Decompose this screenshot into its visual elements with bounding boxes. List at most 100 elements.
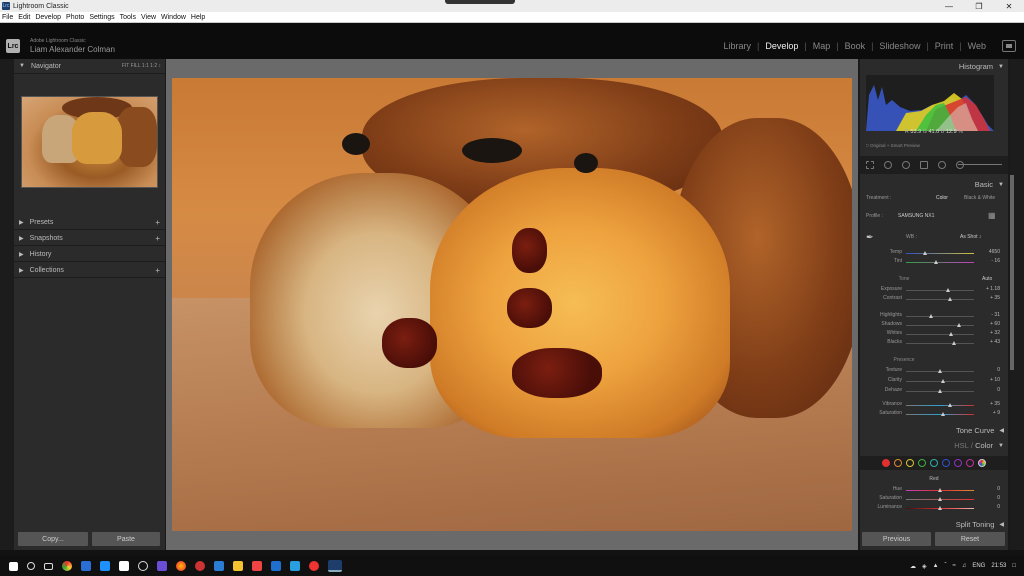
menu-photo[interactable]: Photo bbox=[66, 14, 84, 21]
word-icon[interactable] bbox=[81, 561, 91, 571]
minimize-icon[interactable]: — bbox=[934, 0, 964, 12]
module-library[interactable]: Library bbox=[723, 41, 751, 51]
dehaze-value[interactable]: 0 bbox=[980, 387, 1000, 393]
navigator-zoom-options[interactable]: FIT FILL 1:1 1:2 ↕ bbox=[122, 63, 161, 69]
reset-button[interactable]: Reset bbox=[935, 532, 1005, 546]
slack-icon[interactable] bbox=[309, 561, 319, 571]
saturation-slider[interactable] bbox=[906, 414, 974, 415]
add-snapshot-icon[interactable]: + bbox=[155, 234, 160, 243]
blacks-slider[interactable] bbox=[906, 343, 974, 344]
add-preset-icon[interactable]: + bbox=[155, 218, 160, 227]
slider-thumb[interactable] bbox=[941, 379, 945, 383]
media-icon[interactable] bbox=[195, 561, 205, 571]
slider-thumb[interactable] bbox=[941, 412, 945, 416]
temp-value[interactable]: 4650 bbox=[980, 249, 1000, 255]
module-map[interactable]: Map bbox=[813, 41, 831, 51]
presets-header[interactable]: ▶ Presets + bbox=[14, 215, 165, 230]
clarity-slider[interactable] bbox=[906, 381, 974, 382]
add-collection-icon[interactable]: + bbox=[155, 266, 160, 275]
right-panel-scrollbar[interactable] bbox=[1010, 175, 1014, 370]
radial-filter-icon[interactable] bbox=[938, 161, 946, 169]
paste-button[interactable]: Paste bbox=[92, 532, 160, 546]
slider-thumb[interactable] bbox=[938, 389, 942, 393]
vlc-icon[interactable]: ▲ bbox=[933, 563, 939, 569]
contrast-value[interactable]: + 35 bbox=[980, 295, 1000, 301]
explorer-icon[interactable] bbox=[233, 561, 243, 571]
tint-slider[interactable] bbox=[906, 262, 974, 263]
notification-icon[interactable]: □ bbox=[1012, 563, 1016, 569]
swatch-green[interactable] bbox=[918, 459, 926, 467]
vibrance-slider[interactable] bbox=[906, 405, 974, 406]
crop-icon[interactable] bbox=[866, 161, 874, 169]
module-slideshow[interactable]: Slideshow bbox=[879, 41, 920, 51]
saturation-value[interactable]: + 9 bbox=[980, 410, 1000, 416]
menu-help[interactable]: Help bbox=[191, 14, 205, 21]
menu-settings[interactable]: Settings bbox=[89, 14, 114, 21]
module-develop[interactable]: Develop bbox=[765, 41, 798, 51]
dropbox-icon[interactable]: ◈ bbox=[922, 563, 927, 570]
menu-file[interactable]: File bbox=[2, 14, 13, 21]
hsl-header[interactable]: HSL / Color ▼ bbox=[860, 439, 1008, 452]
photo-preview[interactable] bbox=[172, 78, 852, 531]
slider-thumb[interactable] bbox=[938, 497, 942, 501]
chrome-icon[interactable] bbox=[62, 561, 72, 571]
blacks-value[interactable]: + 43 bbox=[980, 339, 1000, 345]
navigator-preview[interactable] bbox=[21, 96, 158, 188]
profile-browser-icon[interactable]: ▦ bbox=[988, 211, 996, 220]
menu-tools[interactable]: Tools bbox=[120, 14, 136, 21]
menu-window[interactable]: Window bbox=[161, 14, 186, 21]
slider-thumb[interactable] bbox=[948, 297, 952, 301]
navigator-header[interactable]: ▼ Navigator FIT FILL 1:1 1:2 ↕ bbox=[14, 59, 165, 74]
graduated-filter-icon[interactable] bbox=[920, 161, 928, 169]
wifi-icon[interactable]: ≈ bbox=[953, 563, 956, 569]
highlights-slider[interactable] bbox=[906, 316, 974, 317]
swatch-blue[interactable] bbox=[942, 459, 950, 467]
shadows-slider[interactable] bbox=[906, 325, 974, 326]
search-icon[interactable] bbox=[27, 562, 35, 570]
shadows-value[interactable]: + 60 bbox=[980, 321, 1000, 327]
treatment-bw[interactable]: Black & White bbox=[964, 195, 995, 201]
previous-button[interactable]: Previous bbox=[862, 532, 931, 546]
close-icon[interactable]: ✕ bbox=[994, 0, 1024, 12]
basic-header[interactable]: Basic ▼ bbox=[860, 178, 1008, 191]
module-print[interactable]: Print bbox=[935, 41, 954, 51]
lightroom-taskbar-icon[interactable] bbox=[328, 560, 342, 572]
luminance-value[interactable]: 0 bbox=[980, 504, 1000, 510]
wb-value[interactable]: As Shot ↕ bbox=[960, 234, 981, 240]
red-eye-icon[interactable] bbox=[902, 161, 910, 169]
auto-button[interactable]: Auto bbox=[982, 276, 992, 282]
spot-removal-icon[interactable] bbox=[884, 161, 892, 169]
module-book[interactable]: Book bbox=[845, 41, 866, 51]
treatment-color[interactable]: Color bbox=[936, 195, 948, 201]
menu-view[interactable]: View bbox=[141, 14, 156, 21]
exposure-value[interactable]: + 1.18 bbox=[980, 286, 1000, 292]
collections-header[interactable]: ▶ Collections + bbox=[14, 263, 165, 278]
todo-icon[interactable] bbox=[138, 561, 148, 571]
history-header[interactable]: ▶ History bbox=[14, 247, 165, 262]
slider-thumb[interactable] bbox=[946, 288, 950, 292]
restore-icon[interactable]: ❐ bbox=[964, 0, 994, 12]
slider-thumb[interactable] bbox=[938, 506, 942, 510]
brush-icon[interactable] bbox=[956, 161, 964, 169]
snapshots-header[interactable]: ▶ Snapshots + bbox=[14, 231, 165, 246]
vibrance-value[interactable]: + 35 bbox=[980, 401, 1000, 407]
clarity-value[interactable]: + 10 bbox=[980, 377, 1000, 383]
hue-value[interactable]: 0 bbox=[980, 486, 1000, 492]
vscode-icon[interactable] bbox=[290, 561, 300, 571]
slider-thumb[interactable] bbox=[949, 332, 953, 336]
highlights-value[interactable]: - 31 bbox=[980, 312, 1000, 318]
tool-slider[interactable] bbox=[958, 164, 1002, 165]
split-toning-header[interactable]: Split Toning ◀ bbox=[860, 518, 1008, 531]
slider-thumb[interactable] bbox=[948, 403, 952, 407]
whites-slider[interactable] bbox=[906, 334, 974, 335]
windows-start-icon[interactable] bbox=[9, 561, 18, 571]
volume-icon[interactable]: ♫ bbox=[962, 563, 967, 569]
slider-thumb[interactable] bbox=[923, 251, 927, 255]
texture-value[interactable]: 0 bbox=[980, 367, 1000, 373]
slider-thumb[interactable] bbox=[952, 341, 956, 345]
slider-thumb[interactable] bbox=[934, 260, 938, 264]
contrast-slider[interactable] bbox=[906, 299, 974, 300]
menu-edit[interactable]: Edit bbox=[18, 14, 30, 21]
onenote-icon[interactable] bbox=[157, 561, 167, 571]
slider-thumb[interactable] bbox=[938, 488, 942, 492]
